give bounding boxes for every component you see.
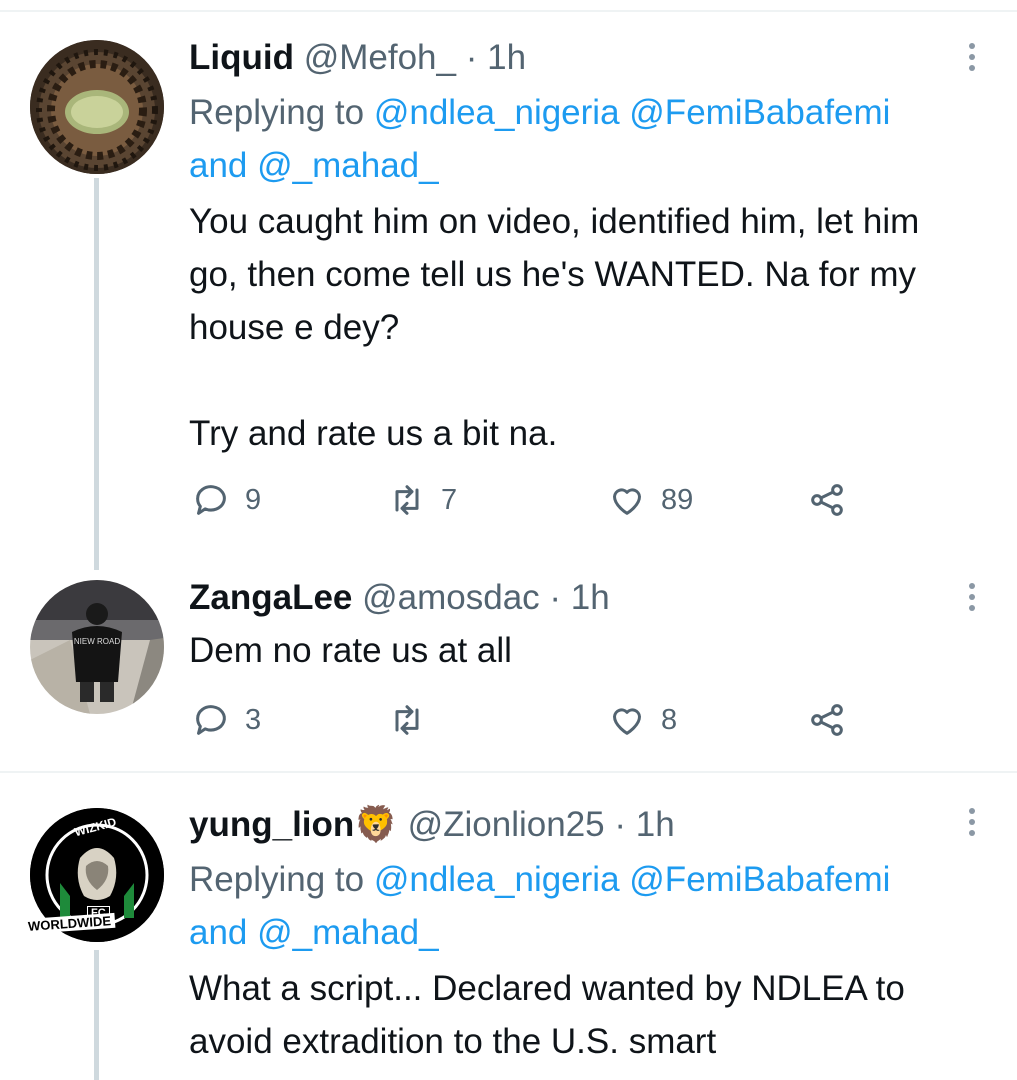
share-button[interactable] — [807, 480, 847, 520]
like-icon — [613, 708, 641, 735]
top-divider — [0, 10, 1017, 12]
mention-link[interactable]: @_mahad_ — [257, 913, 438, 952]
avatar[interactable]: NIEW ROAD — [30, 580, 164, 714]
like-button[interactable]: 8 — [607, 700, 677, 740]
more-options-button[interactable] — [967, 43, 977, 76]
tweet-actions: 3 8 — [189, 700, 889, 740]
reply-count: 3 — [245, 703, 262, 736]
retweet-count: 7 — [441, 483, 458, 516]
display-name[interactable]: yung_lion — [189, 805, 354, 844]
timestamp[interactable]: · 1h — [549, 578, 609, 617]
replying-to: Replying to @ndlea_nigeria @FemiBabafemi… — [189, 853, 977, 959]
timestamp[interactable]: · 1h — [466, 38, 526, 77]
user-handle[interactable]: @Zionlion25 — [408, 805, 605, 844]
reply-button[interactable]: 3 — [191, 700, 261, 740]
retweet-button[interactable]: 7 — [387, 480, 457, 520]
retweet-button[interactable] — [387, 700, 441, 740]
mention-link[interactable]: @_mahad_ — [257, 146, 438, 185]
more-options-button[interactable] — [967, 583, 977, 616]
avatar[interactable] — [30, 40, 164, 174]
display-name[interactable]: ZangaLee — [189, 578, 352, 617]
replying-to-label: Replying to — [189, 93, 365, 132]
mention-link[interactable]: @FemiBabafemi — [629, 93, 890, 132]
reply-button[interactable]: 9 — [191, 480, 261, 520]
tweet-text: You caught him on video, identified him,… — [189, 202, 920, 453]
share-button[interactable] — [807, 700, 847, 740]
user-handle[interactable]: @Mefoh_ — [304, 38, 456, 77]
like-count: 89 — [661, 483, 694, 516]
and-label: and — [189, 146, 248, 185]
and-label: and — [189, 913, 248, 952]
tweet-divider — [0, 771, 1017, 773]
mention-link[interactable]: @FemiBabafemi — [629, 860, 890, 899]
like-count: 8 — [661, 703, 678, 736]
mention-link[interactable]: @ndlea_nigeria — [374, 860, 620, 899]
tweet-header: yung_lion🦁 @Zionlion25 · 1h — [189, 800, 977, 850]
reply-count: 9 — [245, 483, 262, 516]
tweet-header: ZangaLee @amosdac · 1h — [189, 573, 977, 623]
thread-line — [94, 178, 99, 570]
replying-to-label: Replying to — [189, 860, 365, 899]
more-options-button[interactable] — [967, 808, 977, 841]
tweet-text: Dem no rate us at all — [189, 631, 512, 670]
reply-icon — [196, 485, 226, 515]
tweet-content: ZangaLee @amosdac · 1h Dem no rate us at… — [189, 573, 977, 677]
tweet-header: Liquid @Mefoh_ · 1h — [189, 33, 977, 83]
like-button[interactable]: 89 — [607, 480, 693, 520]
tweet-actions: 9 7 89 — [189, 480, 889, 520]
replying-to: Replying to @ndlea_nigeria @FemiBabafemi… — [189, 86, 977, 192]
timestamp[interactable]: · 1h — [614, 805, 674, 844]
tweet-content: yung_lion🦁 @Zionlion25 · 1h Replying to … — [189, 800, 977, 1068]
retweet-icon — [395, 485, 419, 515]
display-name[interactable]: Liquid — [189, 38, 294, 77]
user-handle[interactable]: @amosdac — [362, 578, 540, 617]
tweet-content: Liquid @Mefoh_ · 1h Replying to @ndlea_n… — [189, 33, 977, 460]
avatar[interactable] — [30, 808, 164, 942]
tweet-text: What a script... Declared wanted by NDLE… — [189, 969, 905, 1061]
lion-emoji: 🦁 — [354, 805, 398, 844]
share-icon — [811, 484, 843, 516]
svg-text:NIEW ROAD: NIEW ROAD — [74, 637, 120, 646]
mention-link[interactable]: @ndlea_nigeria — [374, 93, 620, 132]
retweet-icon — [395, 705, 419, 735]
thread-line — [94, 950, 99, 1080]
like-icon — [613, 488, 641, 515]
share-icon — [811, 704, 843, 736]
reply-icon — [196, 705, 226, 735]
